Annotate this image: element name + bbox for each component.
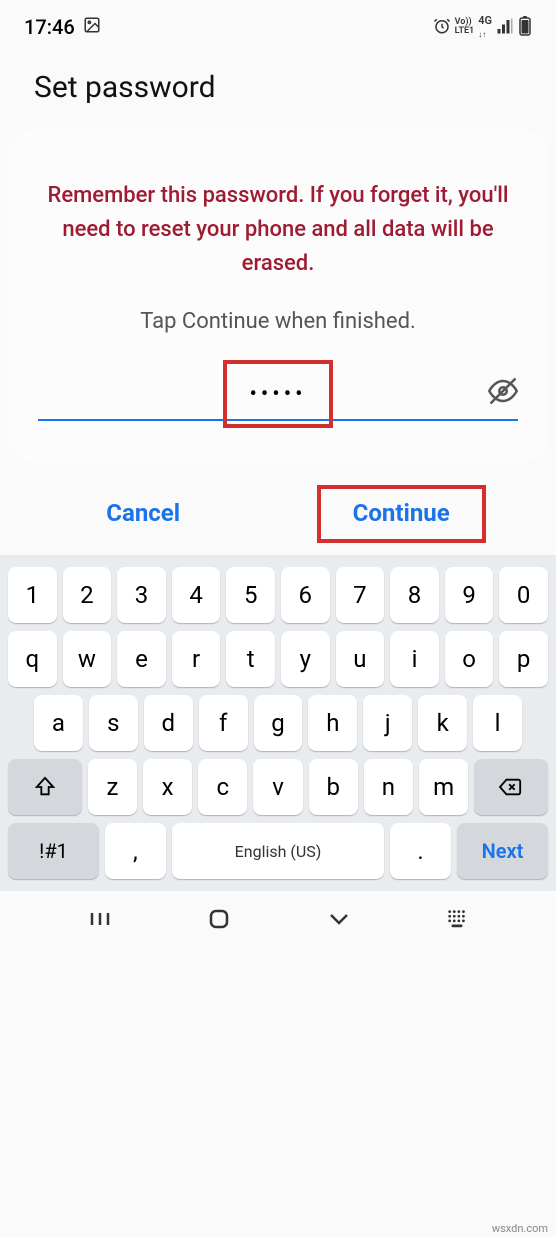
toggle-visibility-button[interactable]	[488, 376, 518, 410]
kb-row-bottom: !#1 , English (US) . Next	[6, 819, 550, 883]
back-button[interactable]	[327, 907, 351, 936]
next-key[interactable]: Next	[457, 823, 548, 879]
signal-icon	[496, 17, 514, 38]
key-n[interactable]: n	[364, 759, 413, 815]
key-3[interactable]: 3	[117, 567, 166, 623]
key-v[interactable]: v	[253, 759, 302, 815]
kb-row-zxcv: z x c v b n m	[6, 755, 550, 819]
key-0[interactable]: 0	[499, 567, 548, 623]
key-2[interactable]: 2	[63, 567, 112, 623]
key-w[interactable]: w	[63, 631, 112, 687]
key-9[interactable]: 9	[445, 567, 494, 623]
password-input-row: •••••	[38, 382, 518, 421]
alarm-icon	[433, 17, 451, 38]
instruction-text: Tap Continue when finished.	[38, 309, 518, 334]
password-card: Remember this password. If you forget it…	[8, 129, 548, 463]
key-m[interactable]: m	[419, 759, 468, 815]
key-7[interactable]: 7	[336, 567, 385, 623]
screenshot-icon	[83, 16, 101, 38]
navigation-bar	[0, 891, 556, 947]
key-k[interactable]: k	[418, 695, 467, 751]
key-6[interactable]: 6	[281, 567, 330, 623]
volte-indicator: Vo))LTE1	[455, 18, 475, 36]
key-x[interactable]: x	[143, 759, 192, 815]
symbols-key[interactable]: !#1	[8, 823, 99, 879]
key-c[interactable]: c	[198, 759, 247, 815]
action-row: Cancel Continue	[0, 463, 556, 555]
shift-key[interactable]	[8, 759, 82, 815]
key-u[interactable]: u	[336, 631, 385, 687]
key-q[interactable]: q	[8, 631, 57, 687]
keyboard-switch-button[interactable]	[446, 908, 468, 935]
highlight-password	[223, 360, 333, 428]
recents-button[interactable]	[88, 907, 112, 936]
space-key[interactable]: English (US)	[172, 823, 384, 879]
kb-row-asdf: a s d f g h j k l	[6, 691, 550, 755]
key-o[interactable]: o	[445, 631, 494, 687]
kb-row-qwerty: q w e r t y u i o p	[6, 627, 550, 691]
key-4[interactable]: 4	[172, 567, 221, 623]
key-d[interactable]: d	[144, 695, 193, 751]
status-bar: 17:46 Vo))LTE1 4G↓↑	[0, 0, 556, 50]
cancel-button[interactable]: Cancel	[90, 489, 196, 537]
home-button[interactable]	[207, 907, 231, 936]
period-key[interactable]: .	[390, 823, 451, 879]
battery-icon	[518, 16, 532, 39]
key-z[interactable]: z	[88, 759, 137, 815]
status-time: 17:46	[24, 15, 75, 39]
watermark: wsxdn.com	[492, 1222, 548, 1235]
warning-text: Remember this password. If you forget it…	[38, 179, 518, 281]
key-h[interactable]: h	[308, 695, 357, 751]
key-r[interactable]: r	[172, 631, 221, 687]
key-p[interactable]: p	[499, 631, 548, 687]
key-g[interactable]: g	[254, 695, 303, 751]
comma-key[interactable]: ,	[105, 823, 166, 879]
highlight-continue	[317, 485, 486, 543]
key-s[interactable]: s	[89, 695, 138, 751]
key-y[interactable]: y	[281, 631, 330, 687]
backspace-key[interactable]	[474, 759, 548, 815]
key-5[interactable]: 5	[226, 567, 275, 623]
keyboard: 1 2 3 4 5 6 7 8 9 0 q w e r t y u i o p …	[0, 555, 556, 891]
status-left: 17:46	[24, 15, 101, 39]
network-indicator: 4G↓↑	[478, 14, 492, 40]
kb-row-numbers: 1 2 3 4 5 6 7 8 9 0	[6, 563, 550, 627]
key-l[interactable]: l	[473, 695, 522, 751]
status-right: Vo))LTE1 4G↓↑	[433, 14, 532, 40]
password-input[interactable]: •••••	[38, 382, 518, 407]
key-j[interactable]: j	[363, 695, 412, 751]
key-i[interactable]: i	[390, 631, 439, 687]
key-8[interactable]: 8	[390, 567, 439, 623]
key-f[interactable]: f	[199, 695, 248, 751]
key-t[interactable]: t	[226, 631, 275, 687]
key-a[interactable]: a	[34, 695, 83, 751]
key-e[interactable]: e	[117, 631, 166, 687]
key-b[interactable]: b	[309, 759, 358, 815]
page-title: Set password	[0, 50, 556, 129]
key-1[interactable]: 1	[8, 567, 57, 623]
